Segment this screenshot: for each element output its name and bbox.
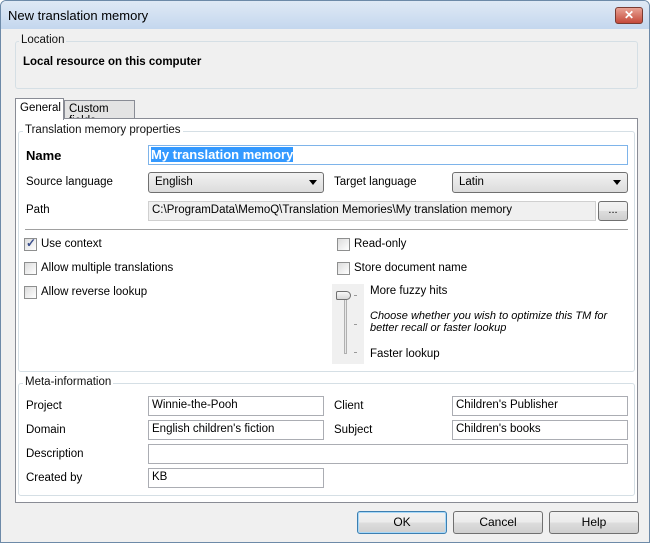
chevron-down-icon (613, 180, 621, 185)
project-input[interactable]: Winnie-the-Pooh (148, 396, 324, 416)
project-label: Project (26, 400, 62, 412)
window-title: New translation memory (8, 8, 149, 23)
dialog-window: New translation memory ✕ Location Local … (0, 0, 650, 543)
tab-general[interactable]: General (15, 98, 64, 120)
slider-tick (354, 324, 357, 325)
meta-label: Meta-information (23, 376, 114, 388)
path-label: Path (26, 204, 50, 216)
separator (25, 229, 628, 230)
location-label: Location (19, 34, 67, 46)
target-language-value: Latin (459, 176, 484, 188)
allow-reverse-lookup-checkbox[interactable] (24, 286, 37, 299)
source-language-select[interactable]: English (148, 172, 324, 193)
target-language-select[interactable]: Latin (452, 172, 628, 193)
subject-input[interactable]: Children's books (452, 420, 628, 440)
properties-group (18, 131, 635, 372)
domain-value: English children's fiction (152, 423, 275, 435)
subject-value: Children's books (456, 423, 541, 435)
help-button[interactable]: Help (549, 511, 639, 534)
allow-multiple-translations-label: Allow multiple translations (41, 262, 174, 274)
properties-label: Translation memory properties (23, 124, 183, 136)
path-value: C:\ProgramData\MemoQ\Translation Memorie… (152, 204, 513, 216)
cancel-button[interactable]: Cancel (453, 511, 543, 534)
read-only-label: Read-only (354, 238, 407, 250)
faster-lookup-label: Faster lookup (370, 348, 440, 360)
slider-hint: Choose whether you wish to optimize this… (370, 310, 608, 334)
source-language-value: English (155, 176, 193, 188)
client-label: Client (334, 400, 364, 412)
created-by-input[interactable]: KB (148, 468, 324, 488)
location-value: Local resource on this computer (23, 56, 202, 68)
allow-reverse-lookup-label: Allow reverse lookup (41, 286, 148, 298)
client-value: Children's Publisher (456, 399, 558, 411)
created-by-value: KB (152, 471, 168, 483)
lookup-slider[interactable] (332, 284, 364, 364)
created-by-label: Created by (26, 472, 83, 484)
domain-label: Domain (26, 424, 66, 436)
description-label: Description (26, 448, 84, 460)
slider-thumb[interactable] (336, 291, 351, 300)
title-bar: New translation memory ✕ (1, 1, 649, 29)
name-label: Name (26, 148, 62, 163)
more-fuzzy-hits-label: More fuzzy hits (370, 285, 448, 297)
browse-button[interactable]: ... (598, 201, 628, 221)
use-context-checkbox[interactable] (24, 236, 37, 251)
path-input[interactable]: C:\ProgramData\MemoQ\Translation Memorie… (148, 201, 596, 221)
close-icon[interactable]: ✕ (615, 7, 643, 24)
use-context-label: Use context (41, 238, 102, 250)
name-input[interactable]: My translation memory (148, 145, 628, 165)
read-only-checkbox[interactable] (337, 238, 350, 251)
slider-track (344, 294, 347, 354)
project-value: Winnie-the-Pooh (152, 399, 238, 411)
allow-multiple-translations-checkbox[interactable] (24, 262, 37, 275)
chevron-down-icon (309, 180, 317, 185)
slider-tick (354, 295, 357, 296)
subject-label: Subject (334, 424, 373, 436)
tab-custom-fields[interactable]: Custom fields (64, 100, 135, 127)
domain-input[interactable]: English children's fiction (148, 420, 324, 440)
client-input[interactable]: Children's Publisher (452, 396, 628, 416)
source-language-label: Source language (26, 176, 113, 188)
store-document-name-label: Store document name (354, 262, 468, 274)
name-value: My translation memory (151, 147, 294, 162)
store-document-name-checkbox[interactable] (337, 262, 350, 275)
ok-button[interactable]: OK (357, 511, 447, 534)
tab-label: General (20, 102, 61, 114)
description-input[interactable] (148, 444, 628, 464)
slider-tick (354, 352, 357, 353)
target-language-label: Target language (334, 176, 417, 188)
